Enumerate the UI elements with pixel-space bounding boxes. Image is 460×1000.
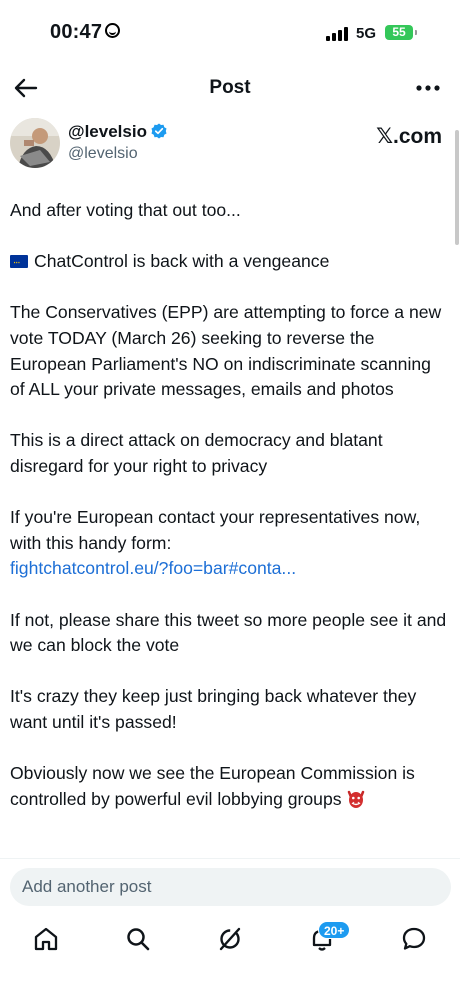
home-icon xyxy=(34,927,58,951)
tweet-paragraph: If not, please share this tweet so more … xyxy=(10,609,447,656)
smiley-icon xyxy=(105,23,121,38)
tab-home[interactable] xyxy=(32,925,60,953)
brand-suffix: .com xyxy=(392,125,442,148)
messages-icon xyxy=(402,927,426,950)
tweet-text: And after voting that out too... ChatCon… xyxy=(10,198,450,812)
status-time-text: 00:47 xyxy=(50,21,103,43)
tweet-link[interactable]: fightchatcontrol.eu/?foo=bar#conta... xyxy=(10,558,296,578)
tab-messages[interactable] xyxy=(400,925,428,953)
tweet-paragraph-text: ChatControl is back with a vengeance xyxy=(34,251,330,272)
reply-input[interactable]: Add another post xyxy=(10,868,451,906)
eu-flag-icon xyxy=(10,251,28,277)
tweet-paragraph: This is a direct attack on democracy and… xyxy=(10,430,383,476)
tab-grok[interactable] xyxy=(216,925,244,953)
tweet-paragraph: The Conservatives (EPP) are attempting t… xyxy=(10,302,442,400)
status-bar: 00:47 5G 55 xyxy=(0,0,460,64)
battery-icon: 55 xyxy=(385,25,417,40)
more-options-button[interactable] xyxy=(414,74,442,102)
author-display-name[interactable]: @levelsio xyxy=(68,122,167,142)
signal-icon xyxy=(326,25,350,41)
tab-search[interactable] xyxy=(124,925,152,953)
scrollbar[interactable] xyxy=(455,130,459,245)
tweet-paragraph: And after voting that out too... xyxy=(10,200,241,220)
tweet-paragraph: If you're European contact your represen… xyxy=(10,505,450,582)
avatar[interactable] xyxy=(10,118,60,168)
bottom-tab-bar: 20+ xyxy=(0,915,460,965)
tweet-paragraph: Obviously now we see the European Commis… xyxy=(10,761,450,812)
tweet-paragraph: ChatControl is back with a vengeance xyxy=(10,249,450,277)
search-icon xyxy=(127,928,150,951)
nav-header: Post xyxy=(0,66,460,110)
author-name-text: @levelsio xyxy=(68,122,147,141)
ogre-icon xyxy=(347,790,364,808)
x-logo-icon: 𝕏 xyxy=(376,124,393,148)
page-title: Post xyxy=(209,77,251,98)
notifications-badge: 20+ xyxy=(318,921,351,939)
battery-level: 55 xyxy=(392,25,406,39)
reply-placeholder: Add another post xyxy=(22,877,152,896)
x-com-watermark: 𝕏.com xyxy=(376,124,442,149)
grok-icon xyxy=(219,927,241,951)
avatar-image xyxy=(10,118,60,168)
divider xyxy=(0,858,460,859)
tweet-paragraph-text: If you're European contact your represen… xyxy=(10,507,421,553)
tweet-paragraph: It's crazy they keep just bringing back … xyxy=(10,686,417,732)
verified-badge-icon xyxy=(151,123,167,139)
status-time: 00:47 xyxy=(50,21,121,44)
author-handle[interactable]: @levelsio xyxy=(68,145,138,163)
network-label: 5G xyxy=(356,25,377,42)
more-horizontal-icon xyxy=(416,85,440,91)
